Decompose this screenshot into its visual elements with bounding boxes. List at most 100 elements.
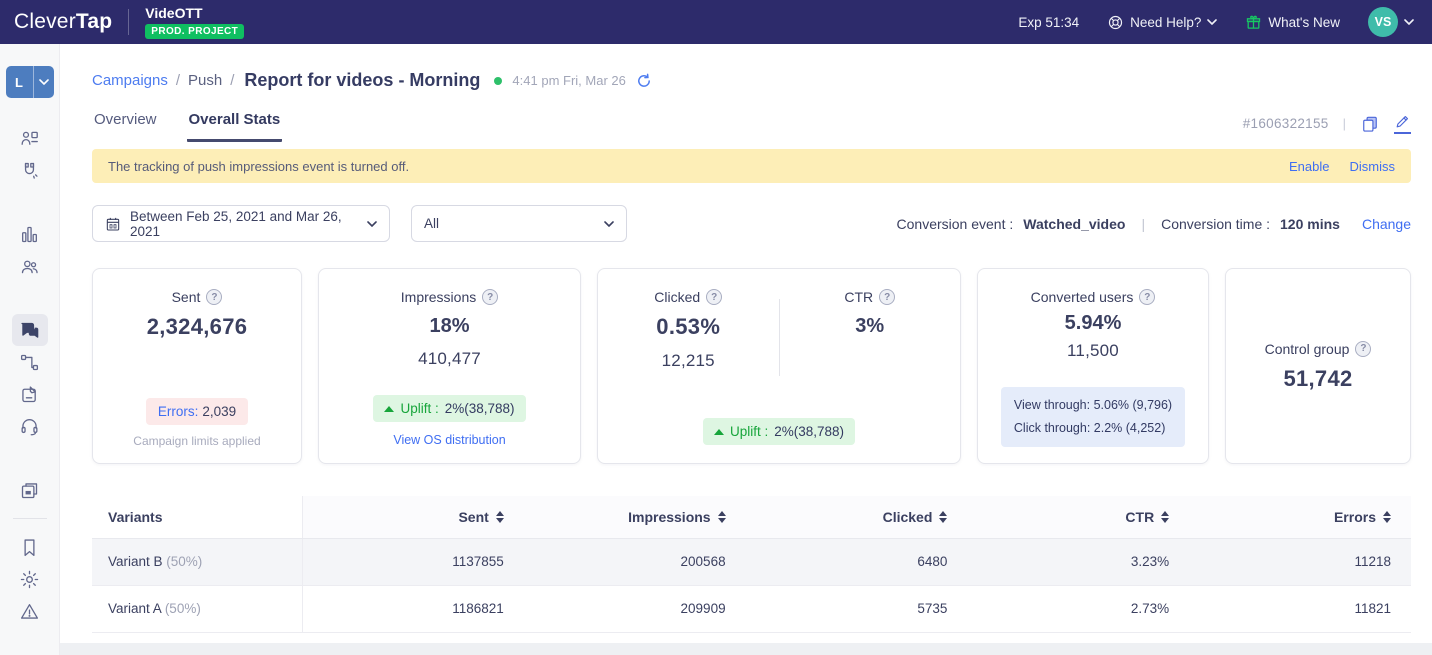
errors-badge[interactable]: Errors: 2,039 xyxy=(145,398,249,425)
uplift-arrow-icon xyxy=(384,405,395,412)
tab-overall-stats[interactable]: Overall Stats xyxy=(186,111,283,142)
cell-errors: 11821 xyxy=(1189,585,1411,633)
col-header-impressions[interactable]: Impressions xyxy=(523,496,746,539)
breadcrumb-campaigns[interactable]: Campaigns xyxy=(92,72,168,89)
change-link[interactable]: Change xyxy=(1362,216,1411,232)
target-filter-select[interactable]: All xyxy=(411,205,627,242)
sidebar-nav xyxy=(0,122,59,627)
gift-icon xyxy=(1245,14,1262,31)
cell-impressions: 200568 xyxy=(523,538,746,586)
edit-icon[interactable] xyxy=(1394,113,1411,134)
sidebar-item-pages[interactable] xyxy=(12,378,48,410)
stats-cards-row: Sent? 2,324,676 Errors: 2,039 Campaign li… xyxy=(92,268,1411,464)
campaign-limits-note: Campaign limits applied xyxy=(133,434,261,448)
help-icon[interactable]: ? xyxy=(482,289,499,305)
filters-row: Between Feb 25, 2021 and Mar 26, 2021 Al… xyxy=(92,205,1411,242)
logo-text-clever: Clever xyxy=(14,10,76,33)
project-switcher[interactable]: VideOTT PROD. PROJECT xyxy=(145,5,245,39)
bar-chart-icon xyxy=(19,224,40,245)
impressions-uplift-badge: Uplift : 2%(38,788) xyxy=(373,395,526,422)
conversion-time-value: 120 mins xyxy=(1280,215,1340,232)
pages-icon xyxy=(19,384,40,405)
uplift-value: 2%(38,788) xyxy=(444,401,515,416)
copy-icon[interactable] xyxy=(1360,114,1380,134)
clicked-ctr-card: Clicked? 0.53% 12,215 CTR? 3% Uplift : 2%… xyxy=(597,268,961,464)
clicked-value: 12,215 xyxy=(661,351,715,370)
converted-users-card: Converted users? 5.94% 11,500 View throu… xyxy=(977,268,1209,464)
impressions-tracking-banner: The tracking of push impressions event i… xyxy=(92,149,1411,183)
help-icon[interactable]: ? xyxy=(1139,289,1156,305)
chevron-down-icon xyxy=(1404,19,1414,25)
sent-label: Sent xyxy=(171,289,201,305)
help-icon[interactable]: ? xyxy=(879,289,896,305)
warning-icon xyxy=(19,601,40,622)
logo-text-tap: Tap xyxy=(75,10,113,33)
errors-label: Errors: xyxy=(157,404,199,419)
sort-icon[interactable] xyxy=(495,510,504,523)
breadcrumb: Campaigns / Push / Report for videos - M… xyxy=(92,70,1411,91)
control-group-value: 51,742 xyxy=(1283,365,1353,391)
sidebar-item-campaigns[interactable] xyxy=(11,314,48,346)
sidebar-item-acquisition[interactable] xyxy=(12,154,48,186)
user-menu[interactable]: VS xyxy=(1368,7,1414,37)
enable-link[interactable]: Enable xyxy=(1289,159,1329,174)
need-help-menu[interactable]: Need Help? xyxy=(1107,14,1218,31)
impressions-card: Impressions? 18% 410,477 Uplift : 2%(38,7… xyxy=(318,268,581,464)
col-header-clicked[interactable]: Clicked xyxy=(745,496,968,539)
account-switcher[interactable]: L xyxy=(5,66,54,98)
variant-split: (50%) xyxy=(166,554,203,569)
whats-new-menu[interactable]: What's New xyxy=(1245,14,1340,31)
uplift-arrow-icon xyxy=(713,428,724,435)
sidebar-item-journeys[interactable] xyxy=(12,346,48,378)
sort-icon[interactable] xyxy=(1161,510,1170,523)
report-timestamp: 4:41 pm Fri, Mar 26 xyxy=(512,73,626,88)
sidebar-item-analytics[interactable] xyxy=(12,218,48,250)
uplift-label: Uplift : xyxy=(400,401,439,416)
col-header-sent[interactable]: Sent xyxy=(302,496,524,539)
conversion-settings: Conversion event : Watched_video | Conve… xyxy=(897,216,1411,232)
tab-overview[interactable]: Overview xyxy=(92,111,159,142)
col-header-errors[interactable]: Errors xyxy=(1189,496,1411,539)
headset-icon xyxy=(19,416,40,437)
sort-icon[interactable] xyxy=(717,510,726,523)
sidebar-item-alerts[interactable] xyxy=(12,595,48,627)
sidebar-item-segments[interactable] xyxy=(12,250,48,282)
trial-expiry-label: Exp 51:34 xyxy=(1018,14,1080,30)
help-icon[interactable]: ? xyxy=(206,289,223,305)
navbar-right: Exp 51:34 Need Help? What's New VS xyxy=(1018,7,1414,37)
help-icon[interactable]: ? xyxy=(1355,340,1372,357)
date-range-picker[interactable]: Between Feb 25, 2021 and Mar 26, 2021 xyxy=(92,205,390,242)
users-icon xyxy=(19,256,40,277)
campaign-id: #1606322155 xyxy=(1242,116,1329,131)
sidebar-item-bookmarks[interactable] xyxy=(12,531,48,563)
view-through-stat: View through: 5.06% (9,796) xyxy=(1013,397,1173,412)
sent-card: Sent? 2,324,676 Errors: 2,039 Campaign li… xyxy=(92,268,302,464)
sidebar-item-support[interactable] xyxy=(12,410,48,442)
chevron-down-icon xyxy=(1207,19,1218,25)
cell-ctr: 2.73% xyxy=(967,585,1190,633)
contacts-icon xyxy=(19,128,40,149)
avatar[interactable]: VS xyxy=(1368,7,1398,37)
clevertap-logo[interactable]: CleverTap xyxy=(14,10,112,34)
view-os-distribution-link[interactable]: View OS distribution xyxy=(393,433,505,447)
table-row-variant-b[interactable]: Variant B (50%) 1137855 200568 6480 3.23… xyxy=(92,538,1411,586)
breadcrumb-push: Push xyxy=(188,72,223,89)
clicked-section: Clicked? 0.53% 12,215 xyxy=(598,269,779,418)
table-row-variant-a[interactable]: Variant A (50%) 1186821 209909 5735 2.73… xyxy=(92,585,1411,633)
col-header-ctr[interactable]: CTR xyxy=(967,496,1190,539)
help-icon[interactable]: ? xyxy=(706,289,723,305)
sidebar-item-contacts[interactable] xyxy=(12,122,48,154)
need-help-label: Need Help? xyxy=(1130,14,1202,30)
dismiss-link[interactable]: Dismiss xyxy=(1350,159,1396,174)
sidebar-item-boards[interactable] xyxy=(12,474,48,506)
sidebar-item-settings[interactable] xyxy=(12,563,48,595)
click-through-stat: Click through: 2.2% (4,252) xyxy=(1013,420,1166,435)
ctr-percent: 3% xyxy=(855,315,885,337)
sort-icon[interactable] xyxy=(1383,510,1391,523)
top-navbar: CleverTap VideOTT PROD. PROJECT Exp 51:3… xyxy=(0,0,1432,44)
boards-icon xyxy=(19,480,40,501)
sort-icon[interactable] xyxy=(939,510,948,523)
clicked-percent: 0.53% xyxy=(656,314,721,339)
refresh-icon[interactable] xyxy=(636,73,652,89)
control-group-label: Control group xyxy=(1264,340,1350,357)
